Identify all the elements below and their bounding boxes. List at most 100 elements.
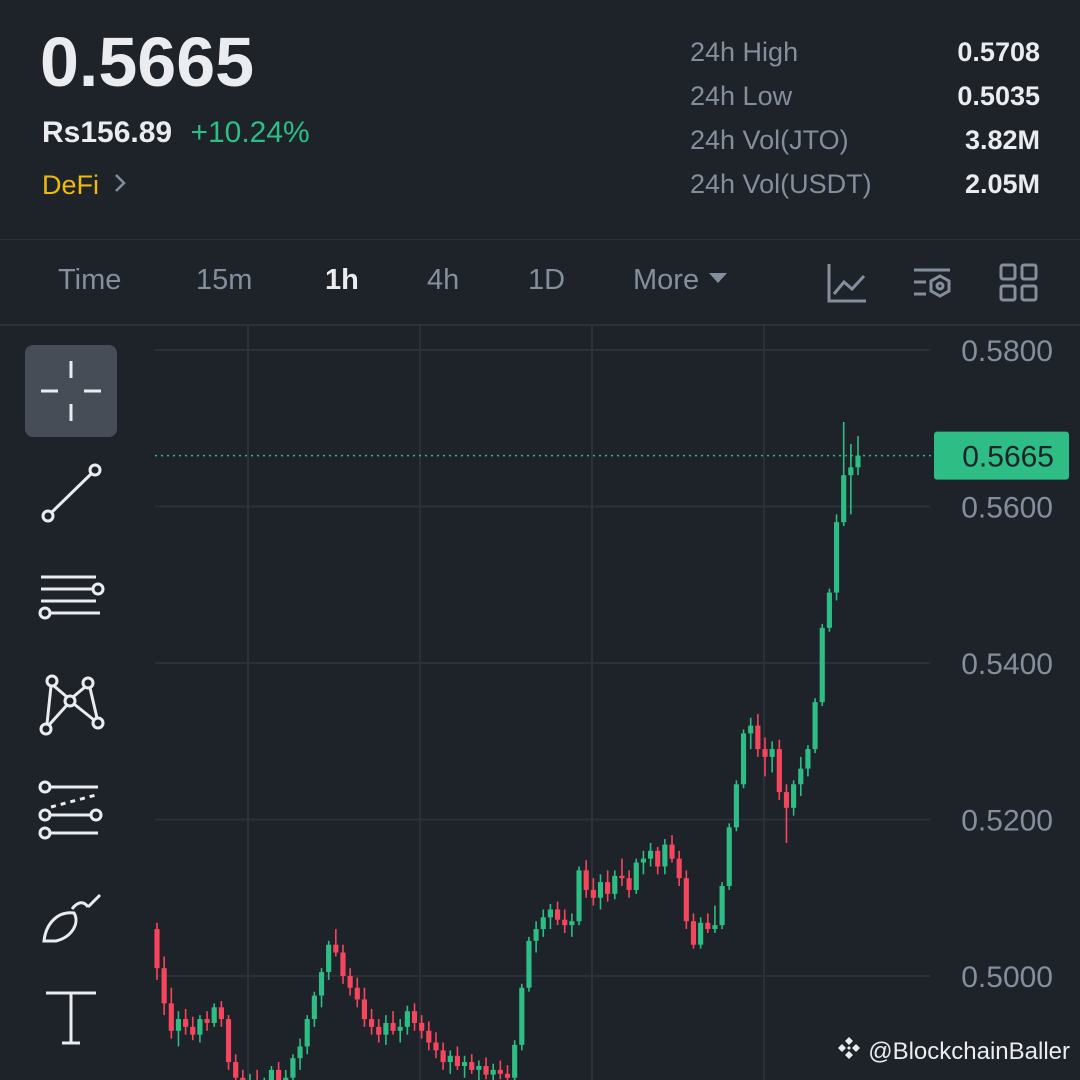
- candle-body: [504, 1073, 511, 1078]
- caret-down-icon: [709, 273, 728, 283]
- horizontal-lines-icon[interactable]: [25, 556, 117, 648]
- candle-body: [440, 1050, 446, 1063]
- candle-body: [705, 922, 711, 930]
- candle-body: [612, 875, 618, 894]
- indicator-icon[interactable]: [826, 262, 868, 304]
- candle-body: [698, 922, 704, 945]
- candle-body: [376, 1026, 382, 1035]
- candle-body: [833, 522, 840, 593]
- candle-body: [383, 1022, 389, 1035]
- stat-label: 24h Vol(USDT): [690, 168, 872, 199]
- candle-body: [268, 1069, 275, 1080]
- ticker-header: 0.5665 Rs156.89 +10.24% DeFi 24h High 0.…: [0, 0, 1080, 240]
- candle-body: [855, 455, 861, 468]
- candle-body: [762, 749, 768, 757]
- candle-body: [519, 987, 525, 1045]
- stat-value: 0.5708: [957, 36, 1040, 67]
- candle-body: [369, 1019, 375, 1027]
- chevron-right-icon: [113, 170, 127, 201]
- stat-value: 0.5035: [957, 80, 1040, 111]
- y-tick-label: 0.5200: [961, 805, 1053, 838]
- candle-body: [390, 1022, 396, 1031]
- candle-body: [490, 1069, 496, 1075]
- candle-body: [583, 870, 589, 890]
- candle-body: [755, 725, 761, 750]
- candle-body: [554, 909, 561, 920]
- candle-body: [154, 929, 160, 969]
- fiat-price: Rs156.89: [42, 116, 173, 149]
- candle-body: [819, 627, 825, 703]
- candle-body: [233, 1062, 239, 1078]
- candle-body: [569, 921, 575, 926]
- candle-body: [748, 725, 754, 734]
- category-tag[interactable]: DeFi: [42, 170, 127, 201]
- stat-label: 24h High: [690, 36, 799, 67]
- price-subline: Rs156.89 +10.24%: [42, 116, 310, 150]
- trend-line-icon[interactable]: [25, 447, 117, 539]
- pattern-icon[interactable]: [25, 660, 117, 752]
- stat-label: 24h Low: [690, 80, 793, 111]
- layout-grid-icon[interactable]: [998, 262, 1040, 304]
- candle-body: [626, 878, 632, 890]
- candle-body: [354, 987, 360, 1000]
- candle-body: [655, 850, 661, 867]
- candlestick-chart[interactable]: 0.5800 0.5600 0.5400 0.5200 0.5000 0.5665: [0, 326, 1080, 1080]
- binance-logo-icon: [836, 1035, 862, 1068]
- candle-body: [740, 733, 747, 785]
- watermark-text: @BlockchainBaller: [868, 1037, 1070, 1065]
- candle-body: [533, 929, 539, 941]
- tab-1h[interactable]: 1h: [325, 264, 359, 297]
- candle-body: [597, 882, 604, 898]
- candle-body: [590, 889, 596, 898]
- stat-24h-vol-quote: 24h Vol(USDT) 2.05M: [690, 162, 1040, 206]
- candle-body: [783, 792, 790, 808]
- candle-body: [662, 844, 668, 867]
- candle-body: [633, 862, 639, 890]
- candle-body: [218, 1007, 224, 1020]
- candle-body: [540, 917, 546, 930]
- candle-body: [483, 1065, 489, 1075]
- candle-body: [175, 1019, 182, 1031]
- candle-body: [690, 921, 697, 945]
- timeframe-tabs: Time 15m 1h 4h 1D More: [0, 240, 1080, 324]
- candle-body: [411, 1011, 418, 1023]
- tab-4h[interactable]: 4h: [427, 264, 459, 297]
- candle-body: [669, 844, 675, 859]
- candle-body: [733, 784, 739, 828]
- candle-body: [769, 749, 775, 757]
- text-icon[interactable]: [25, 970, 117, 1062]
- candle-body: [719, 886, 725, 926]
- candle-body: [462, 1062, 468, 1066]
- watermark: @BlockchainBaller: [836, 1035, 1070, 1068]
- crosshair-icon[interactable]: [25, 345, 117, 437]
- candle-body: [297, 1046, 303, 1059]
- candle-body: [576, 870, 582, 922]
- candle-body: [798, 768, 804, 785]
- stats-panel: 24h High 0.5708 24h Low 0.5035 24h Vol(J…: [690, 30, 1040, 206]
- tab-time[interactable]: Time: [58, 264, 121, 297]
- brush-icon[interactable]: [25, 868, 117, 960]
- candle-body: [225, 1019, 232, 1063]
- stat-label: 24h Vol(JTO): [690, 124, 849, 155]
- candle-body: [826, 592, 832, 628]
- stat-24h-high: 24h High 0.5708: [690, 30, 1040, 74]
- chart-settings-icon[interactable]: [912, 262, 954, 304]
- candle-body: [726, 827, 732, 887]
- candle-body: [562, 919, 568, 926]
- candle-body: [426, 1030, 432, 1043]
- candle-body: [183, 1019, 189, 1027]
- tab-1d[interactable]: 1D: [528, 264, 565, 297]
- stat-value: 2.05M: [964, 168, 1040, 199]
- candle-body: [204, 1019, 210, 1023]
- stat-24h-vol-base: 24h Vol(JTO) 3.82M: [690, 118, 1040, 162]
- candle-body: [326, 944, 332, 973]
- tab-more[interactable]: More: [633, 264, 728, 297]
- candle-body: [190, 1026, 196, 1035]
- stat-value: 3.82M: [964, 124, 1040, 155]
- tab-15m[interactable]: 15m: [196, 264, 252, 297]
- candle-body: [469, 1062, 475, 1070]
- category-label: DeFi: [42, 170, 100, 200]
- candle-body: [791, 784, 797, 808]
- fib-channel-icon[interactable]: [25, 766, 117, 858]
- candle-body: [347, 976, 353, 988]
